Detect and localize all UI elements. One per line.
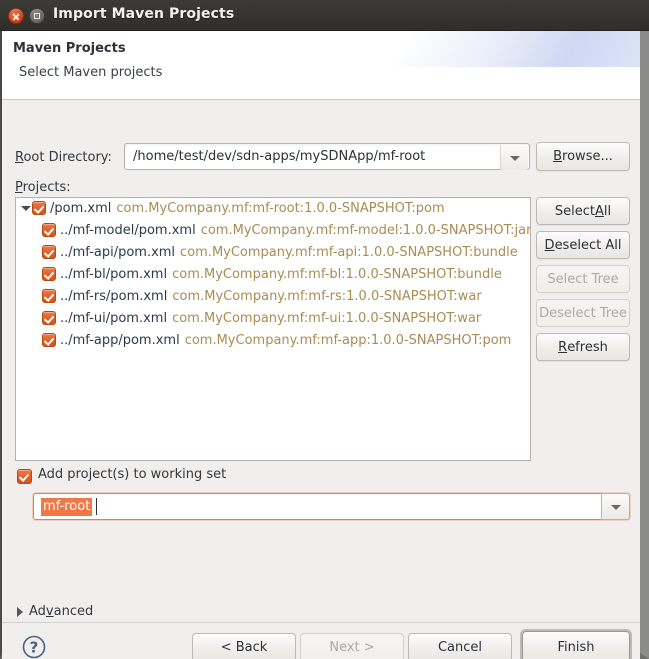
project-coordinates: com.MyCompany.mf:mf-bl:1.0.0-SNAPSHOT:bu… <box>172 267 502 282</box>
wizard-header: Maven Projects Select Maven projects <box>2 31 640 100</box>
working-set-label: Add project(s) to working set <box>38 467 227 482</box>
project-coordinates: com.MyCompany.mf:mf-rs:1.0.0-SNAPSHOT:wa… <box>172 289 482 304</box>
root-directory-value: /home/test/dev/sdn-apps/mySDNApp/mf-root <box>133 149 426 164</box>
table-row[interactable]: ../mf-bl/pom.xml com.MyCompany.mf:mf-bl:1… <box>16 264 530 286</box>
table-row[interactable]: ../mf-ui/pom.xml com.MyCompany.mf:mf-ui:1… <box>16 308 530 330</box>
dialog-content: Root Directory: /home/test/dev/sdn-apps/… <box>2 101 640 622</box>
text-caret <box>96 498 97 515</box>
projects-tree[interactable]: /pom.xml com.MyCompany.mf:mf-root:1.0.0-S… <box>15 197 531 461</box>
project-path: /pom.xml <box>50 201 112 216</box>
root-directory-label: Root Directory: <box>15 150 112 165</box>
project-coordinates: com.MyCompany.mf:mf-api:1.0.0-SNAPSHOT:b… <box>180 245 518 260</box>
help-icon[interactable]: ? <box>20 633 48 659</box>
project-path: ../mf-api/pom.xml <box>60 245 176 260</box>
project-checkbox[interactable] <box>42 288 56 303</box>
close-icon[interactable] <box>8 8 24 24</box>
cancel-button[interactable]: Cancel <box>408 633 512 659</box>
working-set-value: mf-root <box>41 498 93 516</box>
project-checkbox[interactable] <box>42 266 56 281</box>
project-coordinates: com.MyCompany.mf:mf-root:1.0.0-SNAPSHOT:… <box>116 201 445 216</box>
page-subtitle: Select Maven projects <box>19 65 163 80</box>
project-path: ../mf-app/pom.xml <box>60 333 180 348</box>
dialog-button-bar: ? < Back Next > Cancel Finish <box>2 622 640 659</box>
root-directory-input[interactable]: /home/test/dev/sdn-apps/mySDNApp/mf-root <box>124 143 530 170</box>
project-checkbox[interactable] <box>42 332 56 347</box>
window-titlebar: Import Maven Projects <box>0 0 649 31</box>
next-button: Next > <box>300 633 404 659</box>
table-row[interactable]: /pom.xml com.MyCompany.mf:mf-root:1.0.0-S… <box>16 198 530 220</box>
refresh-button[interactable]: Refresh <box>536 333 630 361</box>
window-title: Import Maven Projects <box>53 6 235 22</box>
table-row[interactable]: ../mf-model/pom.xml com.MyCompany.mf:mf-m… <box>16 220 530 242</box>
working-set-input[interactable]: mf-root <box>33 493 630 520</box>
browse-button[interactable]: Browse... <box>536 142 630 171</box>
page-title: Maven Projects <box>13 41 126 56</box>
select-tree-button: Select Tree <box>536 265 630 293</box>
project-coordinates: com.MyCompany.mf:mf-app:1.0.0-SNAPSHOT:p… <box>184 333 512 348</box>
project-checkbox[interactable] <box>42 244 56 259</box>
projects-label: Projects: <box>15 180 71 195</box>
project-coordinates: com.MyCompany.mf:mf-model:1.0.0-SNAPSHOT… <box>200 223 530 238</box>
project-path: ../mf-ui/pom.xml <box>60 311 168 326</box>
wizard-banner-graphic <box>310 31 640 67</box>
working-set-dropdown-button[interactable] <box>601 493 630 520</box>
chevron-down-icon <box>509 155 520 161</box>
project-checkbox[interactable] <box>42 310 56 325</box>
triangle-right-icon[interactable] <box>17 607 23 617</box>
advanced-toggle[interactable]: Advanced <box>29 604 93 619</box>
project-checkbox[interactable] <box>32 200 46 215</box>
table-row[interactable]: ../mf-api/pom.xml com.MyCompany.mf:mf-api… <box>16 242 530 264</box>
project-coordinates: com.MyCompany.mf:mf-ui:1.0.0-SNAPSHOT:wa… <box>172 311 482 326</box>
working-set-checkbox[interactable] <box>17 469 32 484</box>
table-row[interactable]: ../mf-rs/pom.xml com.MyCompany.mf:mf-rs:1… <box>16 286 530 308</box>
import-maven-projects-window: Import Maven Projects Maven Projects Sel… <box>0 0 649 659</box>
project-path: ../mf-rs/pom.xml <box>60 289 168 304</box>
dialog-body: Maven Projects Select Maven projects Roo… <box>0 31 649 659</box>
select-all-button[interactable]: Select All <box>536 197 630 225</box>
root-directory-dropdown-button[interactable] <box>500 145 528 170</box>
project-path: ../mf-bl/pom.xml <box>60 267 168 282</box>
svg-text:?: ? <box>30 639 39 657</box>
project-checkbox[interactable] <box>42 222 56 237</box>
maximize-icon[interactable] <box>29 8 45 24</box>
table-row[interactable]: ../mf-app/pom.xml com.MyCompany.mf:mf-app… <box>16 330 530 352</box>
back-button[interactable]: < Back <box>192 633 296 659</box>
project-path: ../mf-model/pom.xml <box>60 223 196 238</box>
deselect-all-button[interactable]: Deselect All <box>536 231 630 259</box>
tree-expander-icon[interactable] <box>20 198 32 220</box>
chevron-down-icon <box>610 504 621 510</box>
deselect-tree-button: Deselect Tree <box>536 299 630 327</box>
finish-button[interactable]: Finish <box>522 631 630 659</box>
